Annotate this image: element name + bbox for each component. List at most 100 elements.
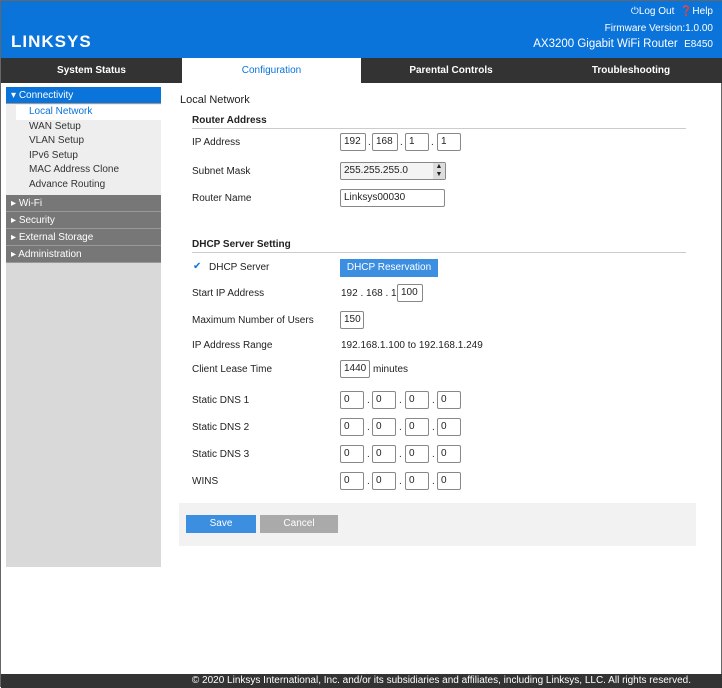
ip-octet-2[interactable]: 168 [372, 133, 398, 151]
sidebar-group-wifi[interactable]: ▸ Wi-Fi [6, 195, 161, 212]
static-dns-2-octet-4[interactable]: 0 [437, 418, 461, 436]
dhcp-server-checkbox[interactable]: ✔ [193, 261, 201, 272]
subnet-value: 255.255.255.0 [344, 165, 408, 176]
caret-right-icon: ▸ [11, 198, 19, 209]
lease-time-input[interactable]: 1440 [340, 360, 370, 378]
sidebar-group-connectivity[interactable]: ▾ Connectivity [6, 87, 161, 104]
ip-address-label: IP Address [192, 137, 241, 148]
header-links: ⏻Log Out ❓Help [631, 6, 713, 17]
wins-octet-4[interactable]: 0 [437, 472, 461, 490]
wins-label: WINS [192, 476, 219, 487]
dot: . [399, 449, 402, 460]
caret-right-icon: ▸ [11, 232, 19, 243]
select-arrows-icon: ▲ ▼ [433, 163, 445, 179]
dot: . [367, 449, 370, 460]
footer: © 2020 Linksys International, Inc. and/o… [1, 674, 722, 688]
wins-octet-2[interactable]: 0 [372, 472, 396, 490]
content: Local Network Router Address IP Address … [179, 87, 696, 673]
dot: . [432, 449, 435, 460]
static-dns-3-label: Static DNS 3 [192, 449, 250, 460]
dhcp-server-label: DHCP Server [209, 262, 270, 273]
dhcp-heading: DHCP Server Setting [192, 239, 686, 253]
ip-octet-3[interactable]: 1 [405, 133, 429, 151]
static-dns-3-octet-4[interactable]: 0 [437, 445, 461, 463]
subnet-mask-select[interactable]: 255.255.255.0 ▲ ▼ [340, 162, 446, 180]
button-bar: Save Cancel [179, 503, 696, 546]
dot: . [367, 422, 370, 433]
sidebar: ▾ Connectivity Local Network WAN Setup V… [6, 87, 161, 567]
static-dns-2-octet-2[interactable]: 0 [372, 418, 396, 436]
sidebar-group-security[interactable]: ▸ Security [6, 212, 161, 229]
power-icon: ⏻ [630, 6, 639, 17]
model-name: AX3200 Gigabit WiFi Router [533, 38, 678, 50]
ip-range-label: IP Address Range [192, 340, 273, 351]
page-title: Local Network [180, 94, 250, 106]
static-dns-1-octet-2[interactable]: 0 [372, 391, 396, 409]
static-dns-2-octet-1[interactable]: 0 [340, 418, 364, 436]
dot: . [399, 422, 402, 433]
help-link[interactable]: Help [692, 6, 713, 17]
dot: . [432, 395, 435, 406]
dot: . [399, 395, 402, 406]
group-label: External Storage [18, 232, 94, 243]
router-name-input[interactable]: Linksys00030 [340, 189, 445, 207]
save-button[interactable]: Save [186, 515, 256, 533]
tab-system-status[interactable]: System Status [1, 58, 182, 83]
tab-troubleshooting[interactable]: Troubleshooting [541, 58, 721, 83]
ip-octet-1[interactable]: 192 [340, 133, 366, 151]
static-dns-1-octet-3[interactable]: 0 [405, 391, 429, 409]
model-info: AX3200 Gigabit WiFi Router E8450 [533, 38, 713, 50]
start-ip-prefix: 192 . 168 . 1. [341, 288, 400, 299]
dot: . [367, 395, 370, 406]
caret-right-icon: ▸ [11, 215, 19, 226]
firmware-version: Firmware Version:1.0.00 [604, 23, 713, 34]
dhcp-reservation-button[interactable]: DHCP Reservation [340, 259, 438, 277]
sidebar-item-vlan-setup[interactable]: VLAN Setup [6, 134, 161, 149]
wins-octet-3[interactable]: 0 [405, 472, 429, 490]
router-address-heading: Router Address [192, 115, 686, 129]
static-dns-2-octet-3[interactable]: 0 [405, 418, 429, 436]
lease-unit: minutes [373, 364, 409, 375]
max-users-input[interactable]: 150 [340, 311, 364, 329]
sidebar-group-external-storage[interactable]: ▸ External Storage [6, 229, 161, 246]
header: LINKSYS ⏻Log Out ❓Help Firmware Version:… [1, 1, 722, 58]
ip-octet-4[interactable]: 1 [437, 133, 461, 151]
static-dns-1-label: Static DNS 1 [192, 395, 250, 406]
cancel-button[interactable]: Cancel [260, 515, 338, 533]
group-label: Security [18, 215, 55, 226]
sidebar-item-wan-setup[interactable]: WAN Setup [6, 120, 161, 135]
static-dns-3-octet-1[interactable]: 0 [340, 445, 364, 463]
dot: . [400, 137, 403, 148]
ip-range-value: 192.168.1.100 to 192.168.1.249 [341, 340, 483, 351]
lease-time-label: Client Lease Time [192, 364, 273, 375]
static-dns-3-octet-2[interactable]: 0 [372, 445, 396, 463]
dot: . [399, 476, 402, 487]
tab-parental-controls[interactable]: Parental Controls [361, 58, 541, 83]
logout-link[interactable]: Log Out [639, 6, 675, 17]
dot: . [432, 422, 435, 433]
dot: . [432, 476, 435, 487]
static-dns-1-octet-4[interactable]: 0 [437, 391, 461, 409]
router-name-label: Router Name [192, 193, 252, 204]
linksys-logo: LINKSYS [11, 32, 92, 51]
subnet-mask-label: Subnet Mask [192, 166, 251, 177]
static-dns-1-octet-1[interactable]: 0 [340, 391, 364, 409]
tab-configuration[interactable]: Configuration [182, 58, 361, 83]
sidebar-group-administration[interactable]: ▸ Administration [6, 246, 161, 263]
max-users-label: Maximum Number of Users [192, 315, 314, 326]
static-dns-2-label: Static DNS 2 [192, 422, 250, 433]
sidebar-item-mac-clone[interactable]: MAC Address Clone [6, 163, 161, 178]
dot: . [431, 137, 434, 148]
help-icon: ❓ [679, 6, 693, 17]
main-nav: System Status Configuration Parental Con… [1, 58, 722, 83]
sidebar-item-local-network[interactable]: Local Network [16, 105, 161, 120]
static-dns-3-octet-3[interactable]: 0 [405, 445, 429, 463]
start-ip-input[interactable]: 100 [397, 284, 423, 302]
caret-down-icon: ▾ [11, 90, 19, 101]
sidebar-item-advance-routing[interactable]: Advance Routing [6, 178, 161, 193]
sidebar-item-ipv6-setup[interactable]: IPv6 Setup [6, 149, 161, 164]
group-label: Connectivity [18, 90, 74, 101]
start-ip-label: Start IP Address [192, 288, 265, 299]
group-label: Administration [18, 249, 82, 260]
wins-octet-1[interactable]: 0 [340, 472, 364, 490]
